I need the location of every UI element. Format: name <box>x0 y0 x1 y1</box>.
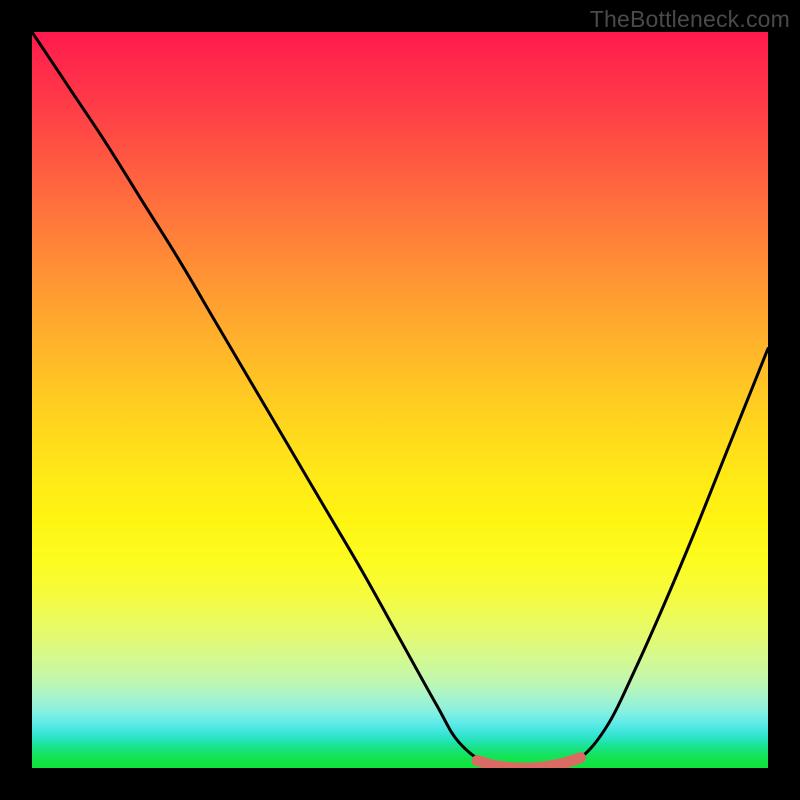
bottleneck-curve <box>32 32 768 768</box>
plot-area <box>32 32 768 768</box>
valley-highlight <box>477 758 580 768</box>
curve-layer <box>32 32 768 768</box>
watermark-text: TheBottleneck.com <box>590 6 790 33</box>
chart-frame: TheBottleneck.com <box>0 0 800 800</box>
